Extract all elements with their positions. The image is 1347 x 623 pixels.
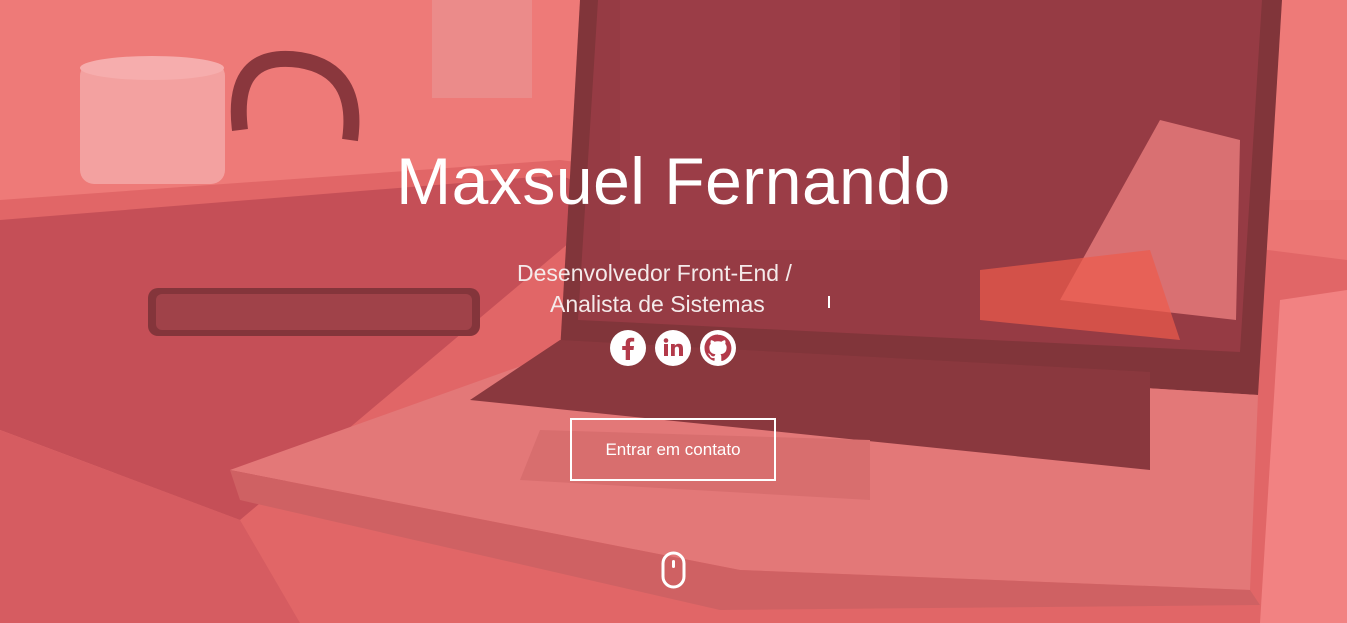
- subtitle-line-2: Analista de Sistemas: [550, 291, 765, 317]
- github-icon[interactable]: [700, 330, 736, 366]
- social-links: [610, 330, 736, 366]
- page-title: Maxsuel Fernando: [396, 144, 951, 218]
- contact-button[interactable]: Entrar em contato: [570, 418, 776, 481]
- subtitle: Desenvolvedor Front-End / Analista de Si…: [517, 258, 833, 320]
- scroll-down-mouse-icon[interactable]: [661, 551, 686, 589]
- subtitle-line-1: Desenvolvedor Front-End /: [517, 260, 792, 286]
- linkedin-icon[interactable]: [655, 330, 691, 366]
- facebook-icon[interactable]: [610, 330, 646, 366]
- typing-caret: [828, 296, 830, 308]
- hero-section: Maxsuel Fernando Desenvolvedor Front-End…: [0, 0, 1347, 623]
